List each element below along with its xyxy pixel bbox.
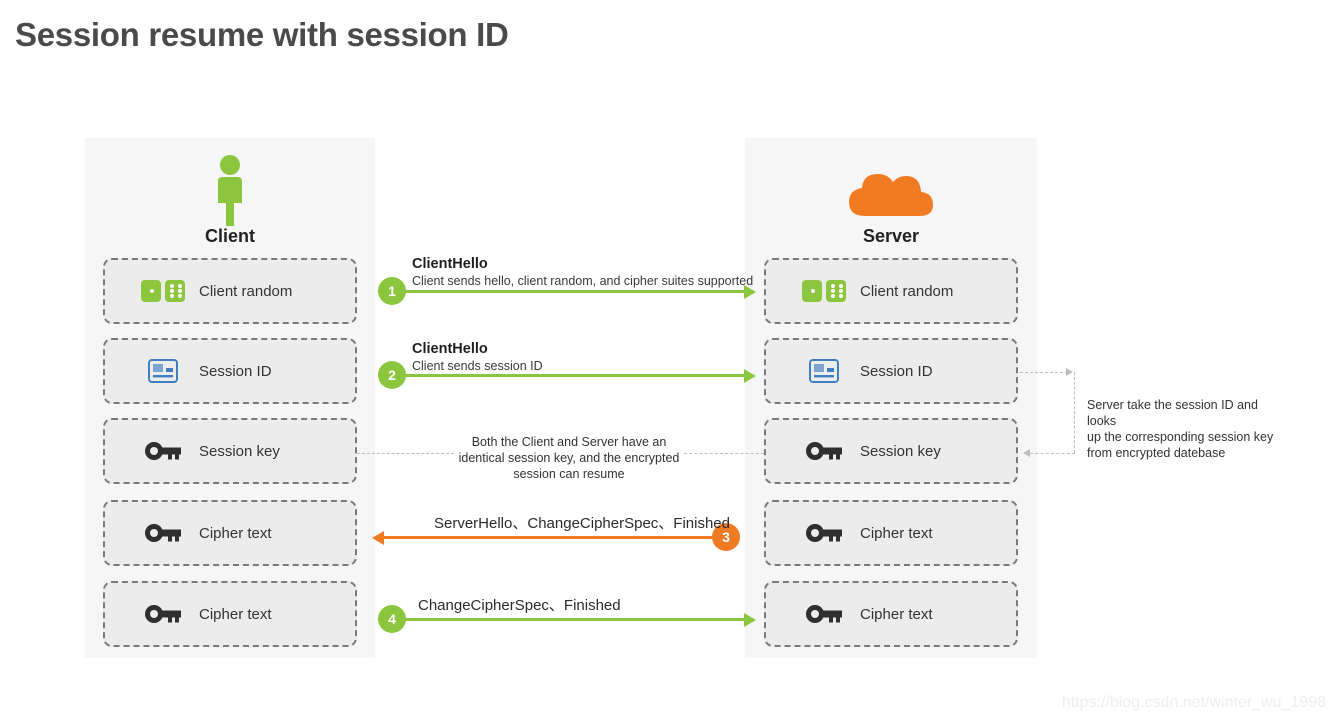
die-six (165, 280, 185, 302)
client-label: Client (204, 226, 255, 246)
item-label: Session key (199, 442, 280, 460)
step-2-arrow-head (744, 368, 756, 383)
session-key-dash-right (684, 453, 764, 454)
right-note-line-1: Server take the session ID and looks (1087, 398, 1258, 428)
key-icon (802, 436, 846, 466)
die-six (826, 280, 846, 302)
step-2-arrow-line (378, 374, 746, 377)
step-2-title: ClientHello (412, 341, 488, 357)
server-item-session-key[interactable]: Session key (764, 418, 1018, 484)
step-3-message: ServerHello、ChangeCipherSpec、Finished (434, 512, 730, 533)
die-one (802, 280, 822, 302)
step-2-subtitle: Client sends session ID (412, 359, 543, 373)
client-item-cipher-text-2[interactable]: Cipher text (103, 581, 357, 647)
right-note: Server take the session ID and looks up … (1087, 397, 1287, 461)
server-lookup-arrow-in (1066, 368, 1073, 376)
step-1-title: ClientHello (412, 256, 488, 272)
client-item-session-id[interactable]: Session ID (103, 338, 357, 404)
step-2-message: ClientHello Client sends session ID (412, 341, 543, 374)
server-lookup-dash-bottom (1030, 453, 1075, 454)
item-label: Session ID (199, 362, 272, 380)
step-4-title: ChangeCipherSpec、Finished (418, 597, 621, 614)
dice-icon (141, 276, 185, 306)
key-icon (802, 518, 846, 548)
step-1-badge[interactable]: 1 (378, 277, 406, 305)
server-item-cipher-text-2[interactable]: Cipher text (764, 581, 1018, 647)
server-item-cipher-text-1[interactable]: Cipher text (764, 500, 1018, 566)
client-item-session-key[interactable]: Session key (103, 418, 357, 484)
item-label: Cipher text (199, 605, 272, 623)
person-icon (210, 154, 250, 231)
client-panel: Client Client random Session ID Session … (85, 138, 375, 658)
server-label: Server (862, 226, 920, 246)
die-one (141, 280, 161, 302)
center-note-line-3: session can resume (513, 467, 625, 481)
step-4-message: ChangeCipherSpec、Finished (418, 594, 621, 615)
server-lookup-dash-vertical (1074, 372, 1075, 453)
watermark: https://blog.csdn.net/winter_wu_1998 (1061, 694, 1326, 711)
step-3-arrow-head (372, 530, 384, 545)
step-4-arrow-line (378, 618, 746, 621)
step-2-badge[interactable]: 2 (378, 361, 406, 389)
step-3-arrow-line (384, 536, 724, 539)
server-item-client-random[interactable]: Client random (764, 258, 1018, 324)
dice-icon (802, 276, 846, 306)
step-4-badge[interactable]: 4 (378, 605, 406, 633)
page-title: Session resume with session ID (15, 16, 509, 53)
step-1-arrow-line (378, 290, 746, 293)
item-label: Client random (199, 282, 293, 300)
session-key-dash-left (357, 453, 454, 454)
diagram-canvas: Session resume with session ID Client Cl… (0, 0, 1334, 718)
server-lookup-dash-top (1020, 372, 1068, 373)
key-icon (141, 436, 185, 466)
item-label: Cipher text (199, 524, 272, 542)
right-note-line-3: from encrypted datebase (1087, 446, 1226, 460)
step-1-subtitle: Client sends hello, client random, and c… (412, 274, 754, 288)
cloud-icon (839, 158, 943, 225)
server-panel: Server Client random Session ID Session … (745, 138, 1037, 658)
center-note: Both the Client and Server have an ident… (449, 434, 689, 482)
step-1-message: ClientHello Client sends hello, client r… (412, 256, 753, 289)
center-note-line-2: identical session key, and the encrypted (458, 451, 680, 465)
item-label: Cipher text (860, 524, 933, 542)
key-icon (802, 599, 846, 629)
client-item-client-random[interactable]: Client random (103, 258, 357, 324)
step-3-title: ServerHello、ChangeCipherSpec、Finished (434, 515, 730, 532)
item-label: Client random (860, 282, 954, 300)
step-4-arrow-head (744, 612, 756, 627)
key-icon (141, 518, 185, 548)
center-note-line-1: Both the Client and Server have an (471, 435, 667, 449)
item-label: Session key (860, 442, 941, 460)
id-card-icon (141, 356, 185, 386)
client-item-cipher-text-1[interactable]: Cipher text (103, 500, 357, 566)
item-label: Session ID (860, 362, 933, 380)
server-lookup-arrow-out (1023, 449, 1030, 457)
key-icon (141, 599, 185, 629)
server-item-session-id[interactable]: Session ID (764, 338, 1018, 404)
right-note-line-2: up the corresponding session key (1087, 430, 1274, 444)
item-label: Cipher text (860, 605, 933, 623)
id-card-icon (802, 356, 846, 386)
